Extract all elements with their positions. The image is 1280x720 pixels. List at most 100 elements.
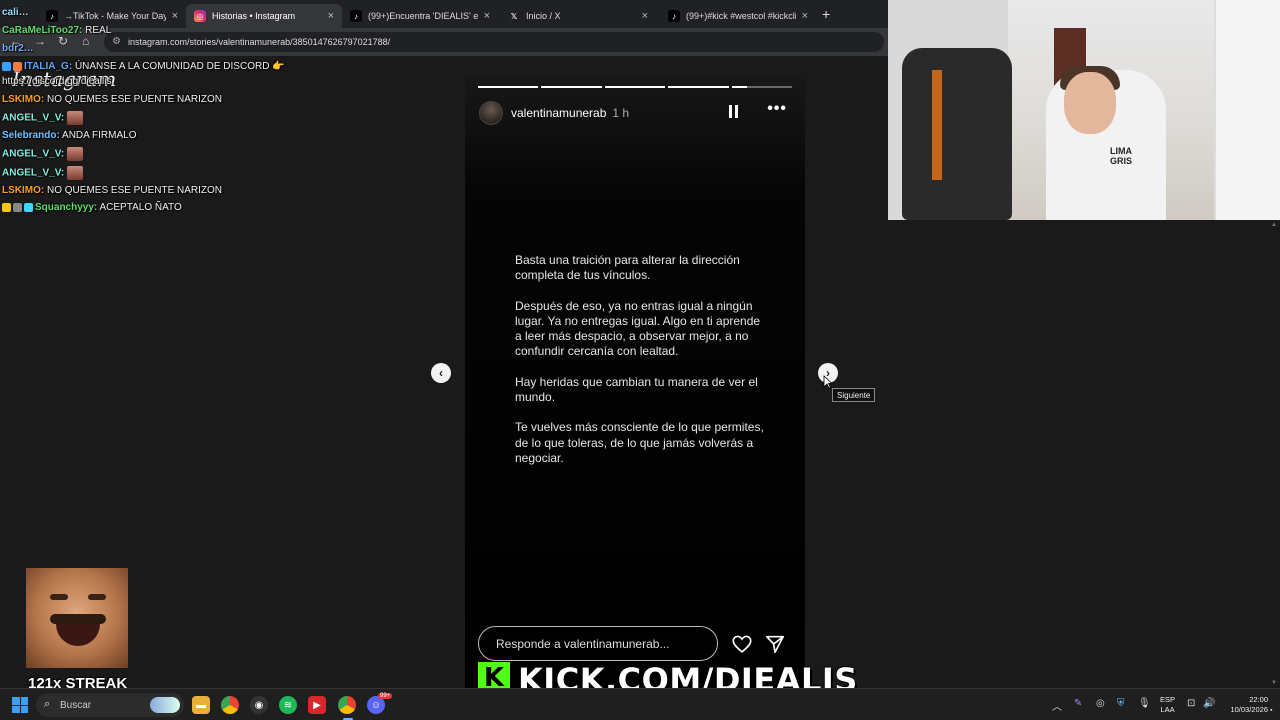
tab-bar: ♪ →TikTok - Make Your Day × ◎ Historias … [0, 0, 888, 28]
chat-username: LSKIMO: [2, 185, 45, 196]
page-background [888, 220, 1280, 688]
chat-message: ITALIA_G: ÚNANSE A LA COMUNIDAD DE DISCO… [2, 61, 285, 72]
progress-segment [668, 86, 729, 88]
search-icon: ⌕ [44, 698, 51, 710]
reply-input[interactable]: Responde a valentinamunerab... [478, 626, 718, 661]
story-text: Basta una traición para alterar la direc… [515, 253, 765, 481]
tiktok-icon: ♪ [668, 10, 680, 22]
chat-text: ANDA FIRMALO [62, 130, 137, 141]
chrome-icon[interactable] [221, 696, 239, 714]
start-button[interactable] [12, 697, 28, 713]
story-paragraph: Hay heridas que cambian tu manera de ver… [515, 374, 758, 405]
chat-username: Selebrando: [2, 130, 60, 141]
story-username[interactable]: valentinamunerab [511, 106, 606, 120]
progress-segment [604, 86, 666, 88]
gift-badge-icon [24, 202, 33, 212]
instagram-icon: ◎ [194, 10, 206, 22]
file-explorer-icon[interactable]: ▬ [192, 696, 210, 714]
story-progress [478, 86, 793, 88]
chat-username: LSKIMO: [2, 94, 45, 105]
reload-icon[interactable]: ↻ [58, 34, 68, 48]
warning-badge-icon [2, 202, 11, 212]
pen-icon[interactable]: ✎ [1074, 698, 1082, 709]
keyboard-layout: LAA [1160, 705, 1175, 714]
streak-emote [26, 568, 128, 668]
tab-x[interactable]: 𝕏 Inicio / X × [500, 4, 656, 28]
close-icon[interactable]: × [484, 10, 490, 22]
chrome-active-icon[interactable] [338, 696, 356, 714]
taskbar: ⌕ Buscar ▬ ◉ ≋ ▶ ☺ 99+ ︿ ✎ ◎ ⛨ 🎙 ESP LAA… [0, 688, 1280, 720]
network-icon[interactable]: ⊡ [1187, 698, 1195, 709]
chat-message: LSKIMO: NO QUEMES ESE PUENTE NARIZON [2, 94, 222, 105]
story-viewer[interactable]: valentinamunerab 1 h ••• Basta una traic… [465, 76, 805, 688]
heart-icon[interactable] [731, 633, 753, 655]
close-icon[interactable]: × [642, 10, 648, 22]
scroll-up-icon[interactable]: ▲ [1271, 222, 1277, 228]
spotify-icon[interactable]: ≋ [279, 696, 297, 714]
search-label: Buscar [60, 699, 92, 711]
url-field[interactable]: ⚙ instagram.com/stories/valentinamunerab… [104, 32, 884, 52]
mouse-cursor-icon [823, 375, 833, 389]
scroll-down-icon[interactable]: ▼ [1271, 680, 1277, 686]
chat-username: ITALIA_G: [24, 61, 73, 72]
avatar[interactable] [479, 101, 503, 125]
close-icon[interactable]: × [802, 10, 808, 22]
new-tab-button[interactable]: + [822, 6, 830, 22]
speaker-icon[interactable]: 🔊 [1203, 698, 1215, 709]
streamlabs-icon[interactable]: ▶ [308, 696, 326, 714]
webcam-feed: LIMA GRIS [888, 0, 1280, 220]
chat-text: REAL [85, 25, 112, 36]
scrollbar[interactable]: ▲ ▼ [1268, 220, 1280, 688]
chat-message: ANGEL_V_V: [2, 147, 84, 161]
chat-username: CaRaMeLiToo27: [2, 25, 83, 36]
chat-message: bdr2… [2, 43, 34, 54]
search-highlight-image [150, 697, 180, 713]
sub-badge-icon [13, 61, 22, 71]
more-icon[interactable]: ••• [767, 100, 787, 118]
send-icon[interactable] [764, 633, 786, 655]
story-paragraph: Basta una traición para alterar la direc… [515, 253, 740, 283]
verified-badge-icon [2, 61, 11, 71]
language-code: ESP [1160, 695, 1176, 704]
next-tooltip: Siguiente [832, 388, 876, 402]
chevron-up-icon[interactable]: ︿ [1052, 698, 1062, 713]
clock[interactable]: 22:00 10/03/2026 [1226, 695, 1268, 715]
language-indicator[interactable]: ESP LAA [1160, 695, 1175, 715]
tab-instagram[interactable]: ◎ Historias • Instagram × [186, 4, 342, 28]
tab-title: (99+)#kick #westcol #kickclips [686, 11, 796, 21]
chat-username: ANGEL_V_V: [2, 148, 65, 160]
taskbar-search[interactable]: ⌕ Buscar [36, 693, 184, 717]
previous-story-button[interactable]: ‹ [431, 363, 451, 383]
story-time: 1 h [612, 106, 630, 120]
chat-text: NO QUEMES ESE PUENTE NARIZON [47, 185, 223, 196]
chat-username: ANGEL_V_V: [2, 167, 65, 179]
pause-icon[interactable] [729, 105, 741, 119]
obs-icon[interactable]: ◉ [250, 696, 268, 714]
clock-date: 10/03/2026 [1230, 705, 1268, 714]
shirt-logo: LIMA GRIS [1110, 146, 1133, 166]
close-icon[interactable]: × [328, 10, 334, 22]
emote-icon [67, 147, 84, 161]
progress-segment [478, 86, 539, 88]
tab-title: →TikTok - Make Your Day [64, 11, 166, 21]
forward-icon[interactable]: → [34, 34, 46, 48]
chat-text: ACEPTALO ÑATO [99, 202, 182, 213]
emote-icon [67, 166, 84, 180]
microphone-icon[interactable]: 🎙 [1138, 698, 1151, 709]
chat-message: LSKIMO: NO QUEMES ESE PUENTE NARIZON [2, 185, 222, 196]
site-settings-icon[interactable]: ⚙ [112, 36, 121, 47]
notification-badge: 99+ [378, 693, 393, 699]
address-bar: ← → ↻ ⌂ ⚙ instagram.com/stories/valentin… [0, 28, 888, 56]
home-icon[interactable]: ⌂ [82, 34, 89, 48]
chat-message: Squanchyyy: ACEPTALO ÑATO [2, 202, 182, 213]
tiktok-icon: ♪ [350, 10, 362, 22]
vpn-icon[interactable]: ◎ [1096, 698, 1105, 709]
story-header: valentinamunerab 1 h ••• [479, 100, 791, 126]
emote-icon [67, 111, 84, 125]
close-icon[interactable]: × [172, 10, 178, 22]
notifications-icon[interactable]: ▪ [1270, 707, 1272, 714]
defender-icon[interactable]: ⛨ [1117, 698, 1125, 709]
tab-tiktok-kick[interactable]: ♪ (99+)#kick #westcol #kickclips × [660, 4, 816, 28]
clock-time: 22:00 [1249, 695, 1268, 704]
tab-tiktok-search[interactable]: ♪ (99+)Encuentra 'DIEALIS' en Tik × [342, 4, 498, 28]
